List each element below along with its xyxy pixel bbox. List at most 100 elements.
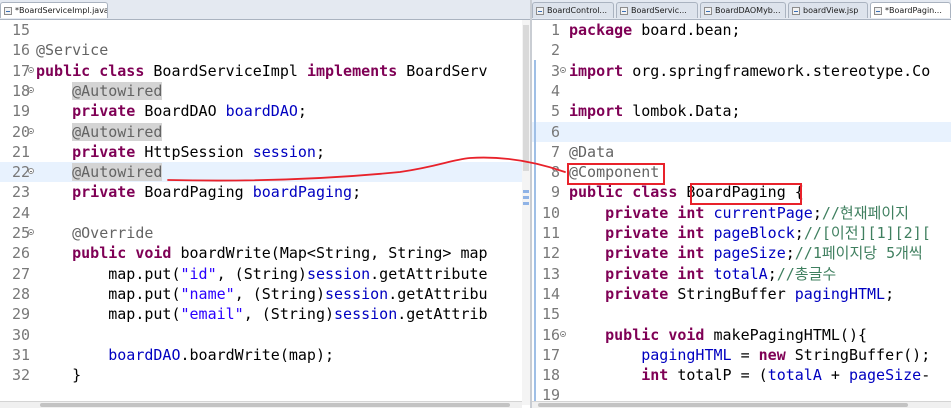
line-number: 15 — [11, 21, 30, 39]
fold-toggle-icon[interactable] — [28, 168, 34, 175]
code-line[interactable]: 16 @Service — [0, 40, 530, 60]
tab-board-controller[interactable]: BoardControl... — [532, 2, 614, 18]
code-line[interactable]: 26 public void boardWrite(Map<String, St… — [0, 243, 530, 263]
tab-board-paging[interactable]: *BoardPagin... — [870, 2, 951, 18]
code-token: public void — [605, 325, 714, 344]
code-line[interactable]: 13 private int totalA;//총글수 — [532, 264, 951, 284]
line-number: 27 — [11, 264, 30, 283]
left-code-editor[interactable]: 15 16 @Service 17 public class BoardServiceI… — [0, 20, 530, 408]
code-token: public class — [36, 61, 154, 80]
code-line[interactable]: 17 public class BoardServiceImpl implemen… — [0, 61, 530, 81]
fold-toggle-icon[interactable] — [28, 229, 34, 235]
code-line[interactable]: 31 boardDAO.boardWrite(map); — [0, 345, 530, 365]
code-line[interactable]: 5 import lombok.Data; — [532, 101, 951, 121]
code-line[interactable]: 6 — [532, 121, 951, 142]
overview-ruler[interactable] — [522, 20, 530, 405]
code-line[interactable]: 1 package board.bean; — [532, 20, 951, 40]
code-line[interactable]: 27 map.put("id", (String)session.getAttr… — [0, 264, 530, 284]
tab-board-service[interactable]: BoardServic... — [616, 2, 698, 18]
code-token: @Data — [569, 142, 615, 161]
code-line[interactable]: 17 pagingHTML = new StringBuffer(); — [532, 345, 951, 365]
code-line[interactable]: 18 @Autowired — [0, 81, 530, 101]
code-token: pageSize — [848, 366, 922, 385]
line-number: 19 — [11, 102, 30, 121]
line-number: 23 — [11, 183, 30, 202]
line-number: 11 — [541, 224, 560, 242]
code-token: lombok.Data; — [632, 102, 741, 121]
jsp-file-icon — [792, 7, 800, 15]
occurrence-marker[interactable] — [523, 202, 529, 205]
code-line[interactable]: 4 — [532, 81, 951, 101]
code-line[interactable]: 15 — [0, 20, 530, 40]
code-token: session — [306, 264, 371, 283]
code-line[interactable]: 28 map.put("name", (String)session.getAt… — [0, 284, 530, 304]
code-line[interactable]: 20 @Autowired — [0, 122, 530, 142]
code-token: totalA — [713, 264, 768, 283]
horizontal-scrollbar[interactable] — [0, 401, 522, 408]
occurrence-marker[interactable] — [523, 196, 529, 199]
code-token: map.put( — [36, 284, 181, 303]
code-line[interactable]: 3 import org.springframework.stereotype.C… — [532, 61, 951, 81]
code-text: private StringBuffer pagingHTML; — [569, 284, 894, 304]
code-line[interactable]: 30 — [0, 325, 530, 345]
left-editor-pane: *BoardServiceImpl.java☒ 15 16 @Service 17 pu… — [0, 0, 530, 408]
code-token: totalA — [767, 366, 822, 385]
code-token: .getAttribute — [370, 264, 488, 283]
horizontal-scroll-thumb[interactable] — [40, 403, 510, 407]
vertical-scroll-thumb[interactable] — [523, 25, 529, 171]
code-line[interactable]: 2 — [532, 40, 951, 60]
code-token: HttpSession — [144, 142, 253, 161]
code-line[interactable]: 16 public void makePagingHTML(){ — [532, 325, 951, 345]
code-token: private int — [605, 264, 714, 283]
code-line[interactable]: 15 — [532, 304, 951, 324]
fold-toggle-icon[interactable] — [560, 66, 566, 73]
code-line[interactable]: 12 private int pageSize;//1페이지당 5개씩 — [532, 243, 951, 263]
code-line[interactable]: 19 private BoardDAO boardDAO; — [0, 101, 530, 121]
fold-toggle-icon[interactable] — [560, 330, 566, 337]
code-token: int — [641, 366, 678, 385]
code-text: private int pageSize;//1페이지당 5개씩 — [569, 243, 923, 263]
code-text: private int pageBlock;//[이전][1][2][ — [569, 223, 931, 243]
code-line[interactable]: 10 private int currentPage;//현재페이지 — [532, 203, 951, 223]
code-token: currentPage — [713, 203, 813, 222]
code-line[interactable]: 7 @Data — [532, 142, 951, 162]
right-code-editor[interactable]: 1 package board.bean; 2 3 import org.springf… — [532, 20, 951, 408]
code-line[interactable]: 29 map.put("email", (String)session.getA… — [0, 304, 530, 324]
code-line[interactable]: 21 private HttpSession session; — [0, 142, 530, 162]
code-token: @Autowired — [72, 163, 163, 182]
tab-board-service-impl[interactable]: *BoardServiceImpl.java☒ — [0, 2, 108, 18]
code-token: "name" — [180, 284, 235, 303]
line-number: 32 — [11, 366, 30, 385]
fold-toggle-icon[interactable] — [28, 66, 34, 73]
code-token: pageBlock — [713, 224, 795, 242]
fold-toggle-icon[interactable] — [28, 127, 34, 134]
code-token: boardPaging — [252, 183, 353, 202]
code-text: @Autowired — [36, 122, 163, 142]
code-token: , (String) — [216, 264, 307, 283]
code-line[interactable]: 25 @Override — [0, 223, 530, 243]
code-line[interactable]: 23 private BoardPaging boardPaging; — [0, 182, 530, 202]
line-number: 10 — [541, 203, 560, 222]
code-token: ; — [315, 142, 325, 161]
code-token: ; — [885, 284, 895, 303]
fold-toggle-icon[interactable] — [28, 86, 34, 93]
tab-board-dao-mybatis[interactable]: BoardDAOMyb... — [700, 2, 786, 18]
code-line[interactable]: 22 @Autowired — [0, 162, 530, 183]
code-line[interactable]: 11 private int pageBlock;//[이전][1][2][ — [532, 223, 951, 243]
code-token: board.bean; — [641, 21, 741, 39]
code-token: map.put( — [36, 264, 181, 283]
code-line[interactable]: 14 private StringBuffer pagingHTML; — [532, 284, 951, 304]
code-token: BoardDAO — [144, 102, 226, 121]
code-token: //1페이지당 5개씩 — [794, 244, 923, 263]
occurrence-marker[interactable] — [523, 190, 529, 193]
horizontal-scrollbar[interactable] — [532, 401, 951, 408]
code-line[interactable]: 32 } — [0, 365, 530, 385]
code-token: } — [36, 366, 82, 385]
tab-board-view-jsp[interactable]: boardView.jsp — [788, 2, 868, 18]
horizontal-scroll-thumb[interactable] — [538, 403, 908, 407]
code-text: package board.bean; — [569, 20, 741, 40]
code-line[interactable]: 18 int totalP = (totalA + pageSize- — [532, 365, 951, 385]
code-token: ; — [352, 183, 362, 202]
code-line[interactable]: 24 — [0, 203, 530, 223]
